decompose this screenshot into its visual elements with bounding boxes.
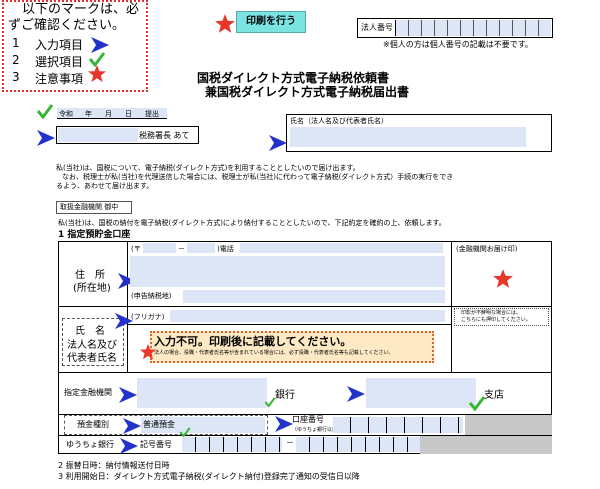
furigana-input[interactable] [170, 310, 445, 322]
postal-mark: (〒 [131, 245, 141, 253]
legend-line1: 以下のマークは、必 [22, 2, 140, 17]
star-icon [493, 269, 513, 288]
date-month: 月 [105, 110, 112, 118]
branch-suffix: 支店 [484, 390, 504, 401]
deposit-label: 預金種別 [77, 420, 109, 429]
yucho-code-label: 記号番号 [140, 440, 172, 449]
date-year: 年 [85, 110, 92, 118]
corp-number-note: ※個人の方は個人番号の記載は不要です。 [383, 40, 533, 49]
check-icon [468, 396, 486, 412]
star-icon [88, 65, 106, 82]
name-label-3: 代表者氏名 [67, 353, 117, 364]
bank-label: 指定金融機関 [64, 388, 112, 397]
deposit-type-select[interactable]: 普通預金 [141, 417, 265, 433]
star-icon [139, 343, 157, 360]
date-day: 日 [125, 110, 132, 118]
tax-office-suffix: 税務署長 あて [139, 131, 190, 140]
legend-item-3-label: 注意事項 [35, 72, 84, 86]
date-submit: 提出 [145, 110, 159, 118]
notice-main: 入力不可。印刷後に記載してください。 [154, 335, 352, 348]
bank-addressee: 取扱金融機関 御中 [60, 203, 119, 211]
furigana-label: (フリガナ) [131, 313, 165, 321]
yucho-dash: － [286, 438, 294, 447]
check-icon [264, 397, 276, 408]
tel-label: )電話 [217, 245, 234, 253]
tax-address-input[interactable] [183, 290, 445, 303]
tax-office-input[interactable] [58, 128, 138, 142]
arrow-icon [123, 418, 141, 434]
address-label-2: (所在地) [73, 283, 111, 294]
bank-name-input[interactable] [137, 378, 267, 408]
arrow-icon [275, 416, 293, 432]
legend-item-2-label: 選択項目 [35, 55, 84, 69]
account-number-input[interactable] [333, 417, 463, 433]
name-box-label: 氏名（法人名及び代表者氏名） [290, 117, 388, 125]
star-icon [215, 14, 235, 33]
intro-p1: 私(当社)は、国税について、電子納税(ダイレクト方式)を利用することとしたいので… [56, 164, 360, 172]
print-button[interactable]: 印刷を行う [236, 11, 306, 33]
footer-item-2: 2 振替日時：納付情報送付日時 [58, 461, 170, 470]
name-input[interactable] [290, 127, 526, 147]
yucho-number-input[interactable] [296, 437, 420, 452]
intro-p2b: るよう、あわせて届け出ます。 [56, 182, 154, 190]
name-label-1: 氏 名 [75, 326, 105, 337]
arrow-icon [269, 135, 287, 151]
form-title-line2: 兼国税ダイレクト方式電子納税届出書 [205, 85, 410, 99]
phone-input[interactable] [240, 243, 443, 253]
legend-item-2-num: 2 [12, 53, 20, 67]
account-label: 口座番号 [292, 415, 324, 424]
check-icon [36, 104, 54, 120]
yucho-grey [420, 436, 552, 454]
postal-code-1-input[interactable] [143, 243, 176, 253]
request-text: 私(当社)は、国税の納付を電子納税(ダイレクト方式)により納付することとしたいの… [58, 219, 446, 227]
branch-name-input[interactable] [366, 378, 476, 408]
bank-suffix: 銀行 [275, 390, 295, 401]
corp-number-box: 法人番号 [357, 18, 553, 38]
seal-label: (金融機関お届け印) [456, 245, 518, 253]
footer-item-3: 3 利用開始日：ダイレクト方式電子納税(ダイレクト納付)登録完了通知の受信日以降 [58, 472, 360, 481]
yucho-label: ゆうちょ銀行 [66, 440, 114, 449]
section1-heading: 1 指定預貯金口座 [58, 230, 131, 240]
yucho-code-input[interactable] [182, 437, 282, 452]
tax-address-label: (申告納税地) [131, 292, 172, 300]
arrow-icon [347, 386, 365, 402]
legend-line2: ずご確認ください。 [8, 18, 126, 33]
corp-number-input[interactable] [395, 20, 551, 36]
corp-number-label: 法人番号 [361, 23, 393, 32]
legend-item-1-num: 1 [12, 36, 20, 50]
notice-sub: 法人の場合、役職・代表者氏名等が含まれている場合には、必ず役職・代表者氏名等も記… [154, 350, 394, 356]
seal-note-1: 印影が不鮮明な場合には、 [461, 310, 522, 316]
date-era: 令和 [59, 110, 73, 118]
postal-code-2-input[interactable] [187, 243, 215, 253]
address-input[interactable] [130, 256, 445, 287]
seal-note-2: こちらにも押印してください。 [461, 317, 531, 323]
legend-item-1-label: 入力項目 [35, 38, 84, 52]
account-grey [465, 415, 552, 435]
arrow-icon [119, 387, 137, 403]
arrow-icon [120, 438, 138, 454]
arrow-icon [37, 130, 55, 146]
legend-item-3-num: 3 [12, 70, 20, 84]
intro-p2a: なお、税理士が私(当社)を代理送信した場合には、税理士が私(当社)に代わって電子… [62, 173, 454, 181]
postal-dash: － [178, 245, 185, 253]
